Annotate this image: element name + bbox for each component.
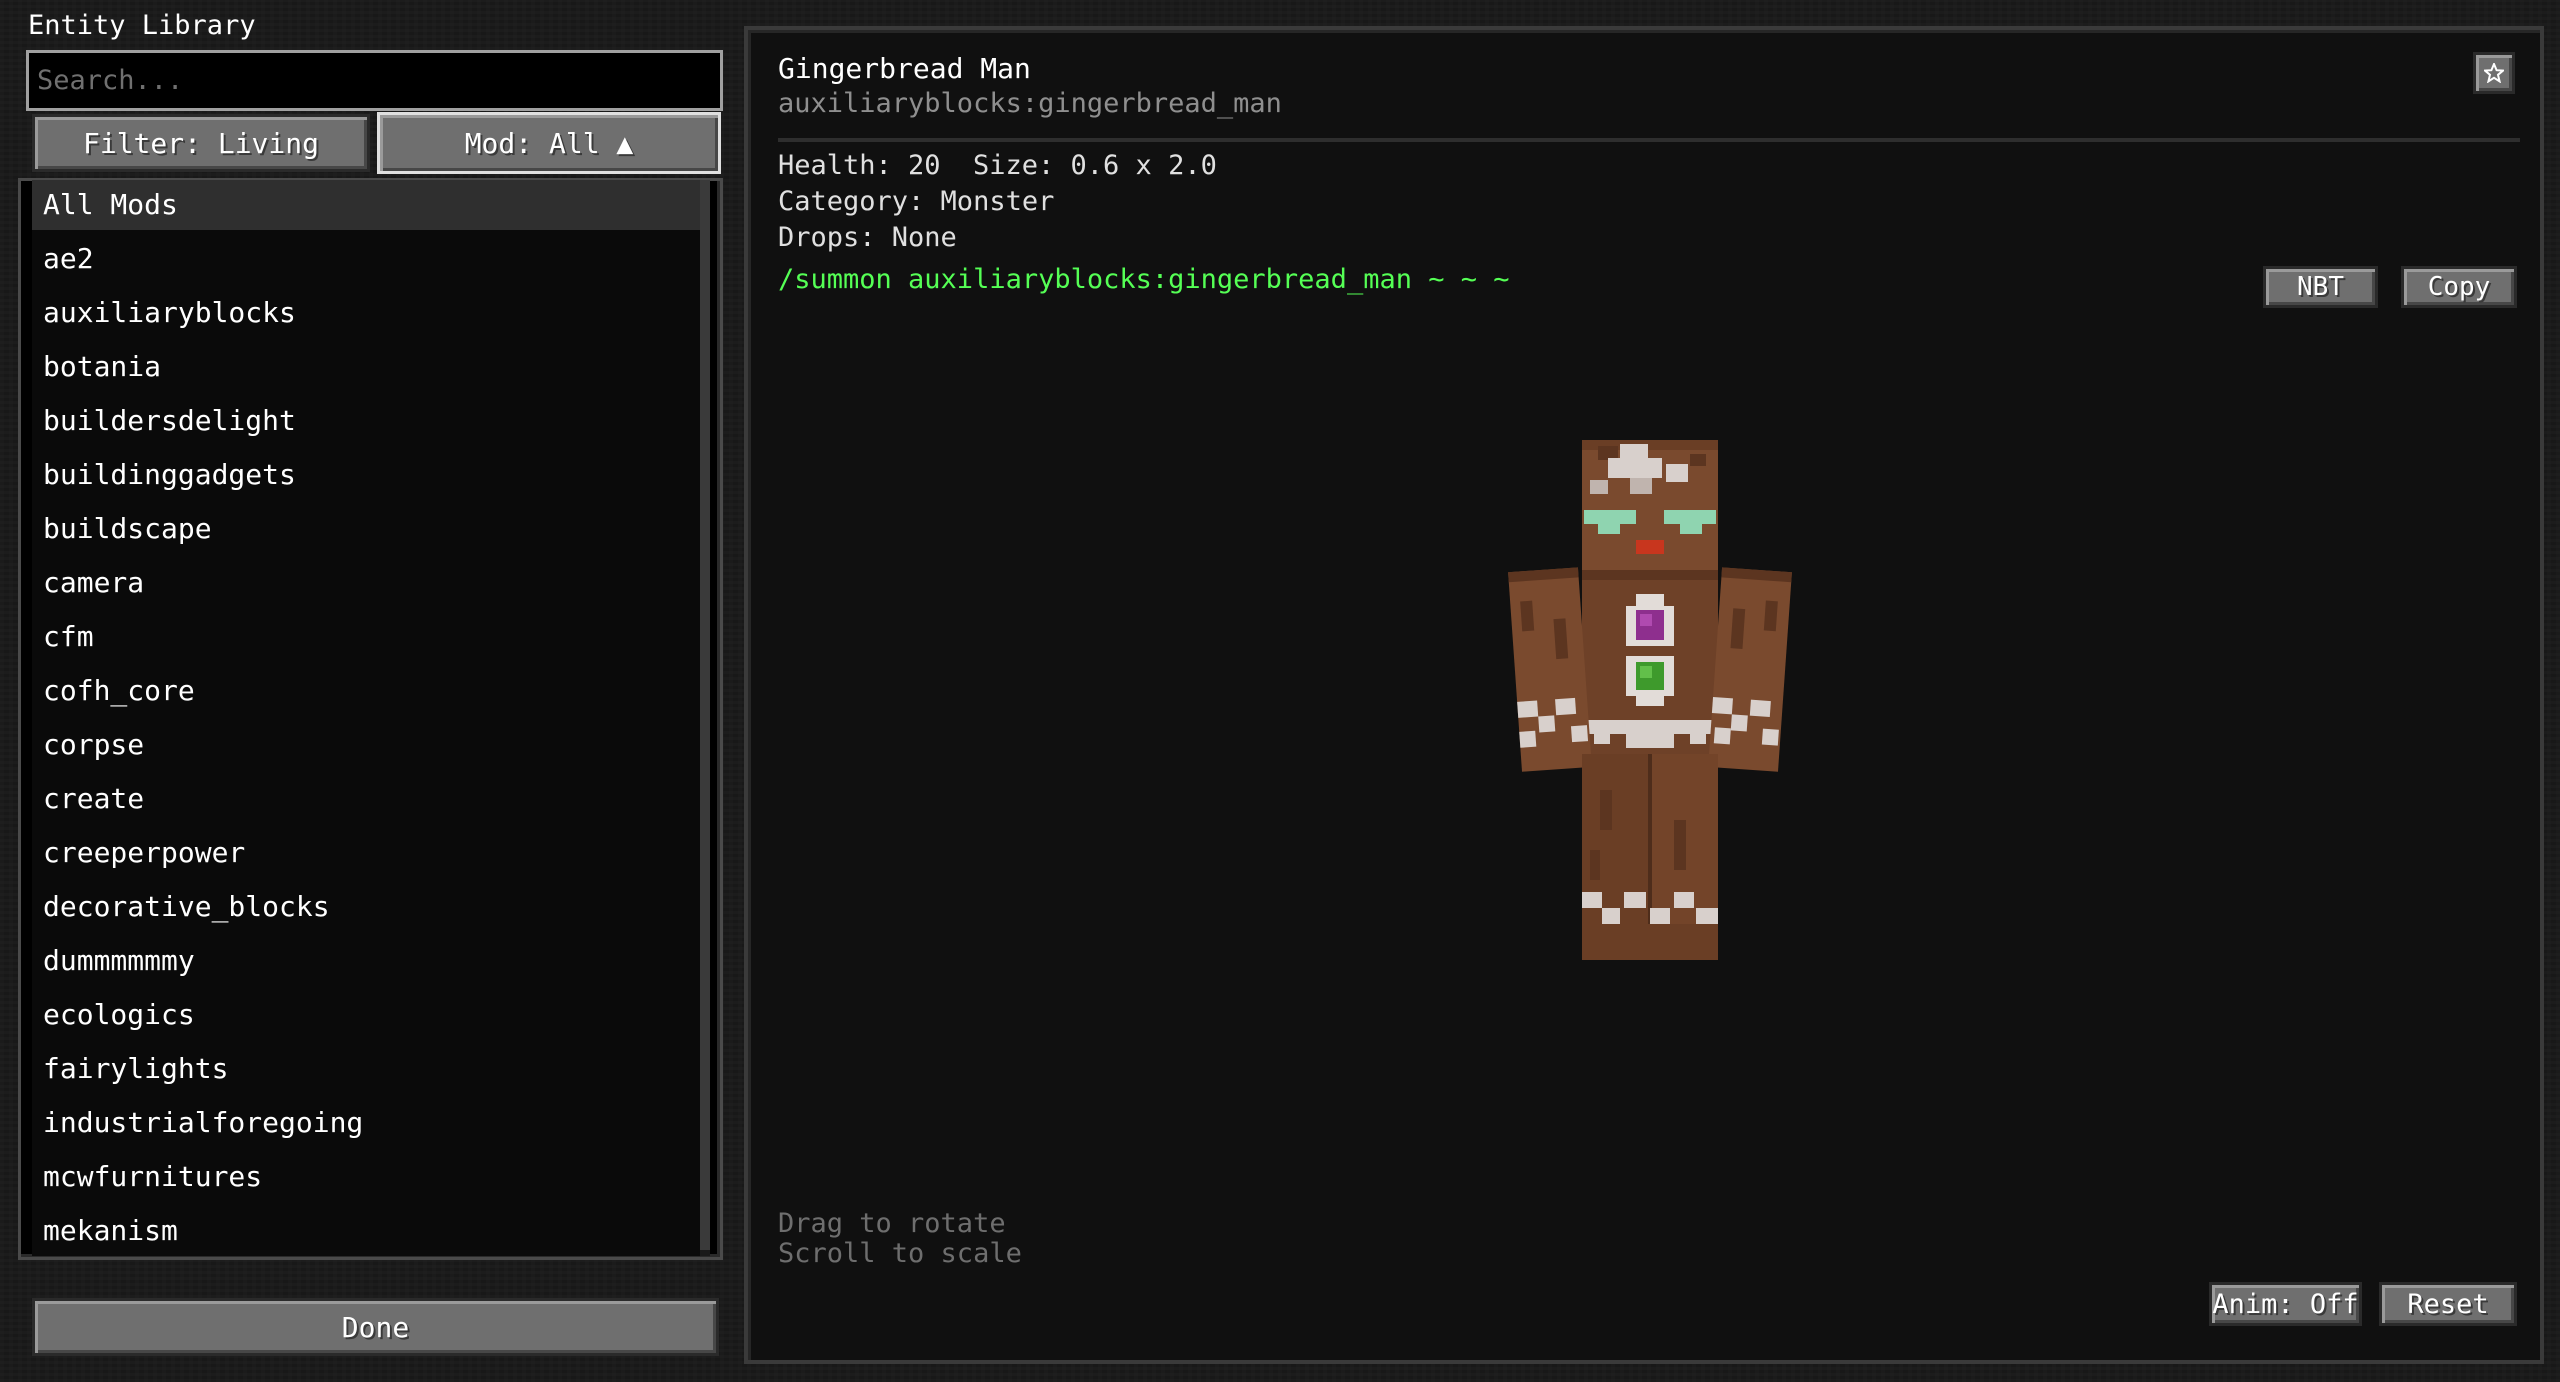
- mod-list-item[interactable]: create: [32, 774, 708, 824]
- search-input[interactable]: [29, 53, 720, 108]
- favorite-button[interactable]: [2473, 52, 2515, 94]
- gingerbread-man-model: [1508, 440, 1792, 960]
- entity-category: Category: Monster: [778, 186, 1055, 217]
- entity-size: Size: 0.6 x 2.0: [973, 150, 1217, 181]
- entity-id: auxiliaryblocks:gingerbread_man: [778, 88, 1282, 119]
- mod-list-item[interactable]: ecologics: [32, 990, 708, 1040]
- reset-button[interactable]: Reset: [2379, 1282, 2517, 1326]
- mod-list-item[interactable]: corpse: [32, 720, 708, 770]
- mod-list-item[interactable]: cofh_core: [32, 666, 708, 716]
- mod-list-item-all[interactable]: All Mods: [32, 180, 708, 230]
- nbt-button[interactable]: NBT: [2263, 266, 2378, 308]
- mod-list-item[interactable]: industrialforegoing: [32, 1098, 708, 1148]
- search-box[interactable]: [26, 50, 723, 111]
- entity-drops: Drops: None: [778, 222, 957, 253]
- panel-title: Entity Library: [28, 10, 256, 41]
- mod-list-item[interactable]: decorative_blocks: [32, 882, 708, 932]
- rotate-hint: Drag to rotate: [778, 1208, 1006, 1239]
- mod-list-item[interactable]: creeperpower: [32, 828, 708, 878]
- summon-command[interactable]: /summon auxiliaryblocks:gingerbread_man …: [778, 264, 1510, 295]
- mod-dropdown-button[interactable]: Mod: All ▲: [377, 112, 721, 174]
- mod-list-item[interactable]: mcwfurnitures: [32, 1152, 708, 1202]
- done-button[interactable]: Done: [32, 1298, 719, 1356]
- filter-button[interactable]: Filter: Living: [32, 114, 370, 172]
- mod-list-item[interactable]: botania: [32, 342, 708, 392]
- entity-name: Gingerbread Man: [778, 52, 1031, 85]
- anim-toggle-button[interactable]: Anim: Off: [2209, 1282, 2362, 1326]
- mod-list[interactable]: All Mods ae2 auxiliaryblocks botania builder…: [32, 180, 708, 1256]
- mod-list-item[interactable]: dummmmmmy: [32, 936, 708, 986]
- entity-health: Health: 20: [778, 150, 941, 181]
- mod-list-item[interactable]: buildersdelight: [32, 396, 708, 446]
- copy-button[interactable]: Copy: [2401, 266, 2517, 308]
- mod-list-scrollbar-thumb[interactable]: [700, 180, 710, 1250]
- star-icon: [2484, 63, 2504, 83]
- mod-list-item[interactable]: buildscape: [32, 504, 708, 554]
- mod-list-item[interactable]: mekanism: [32, 1206, 708, 1256]
- scale-hint: Scroll to scale: [778, 1238, 1022, 1269]
- mod-list-item[interactable]: ae2: [32, 234, 708, 284]
- mod-list-item[interactable]: cfm: [32, 612, 708, 662]
- mod-list-item[interactable]: camera: [32, 558, 708, 608]
- entity-model-preview[interactable]: [1490, 430, 1810, 990]
- mod-list-item[interactable]: fairylights: [32, 1044, 708, 1094]
- mod-list-item[interactable]: buildinggadgets: [32, 450, 708, 500]
- header-divider: [778, 138, 2520, 142]
- mod-list-item[interactable]: auxiliaryblocks: [32, 288, 708, 338]
